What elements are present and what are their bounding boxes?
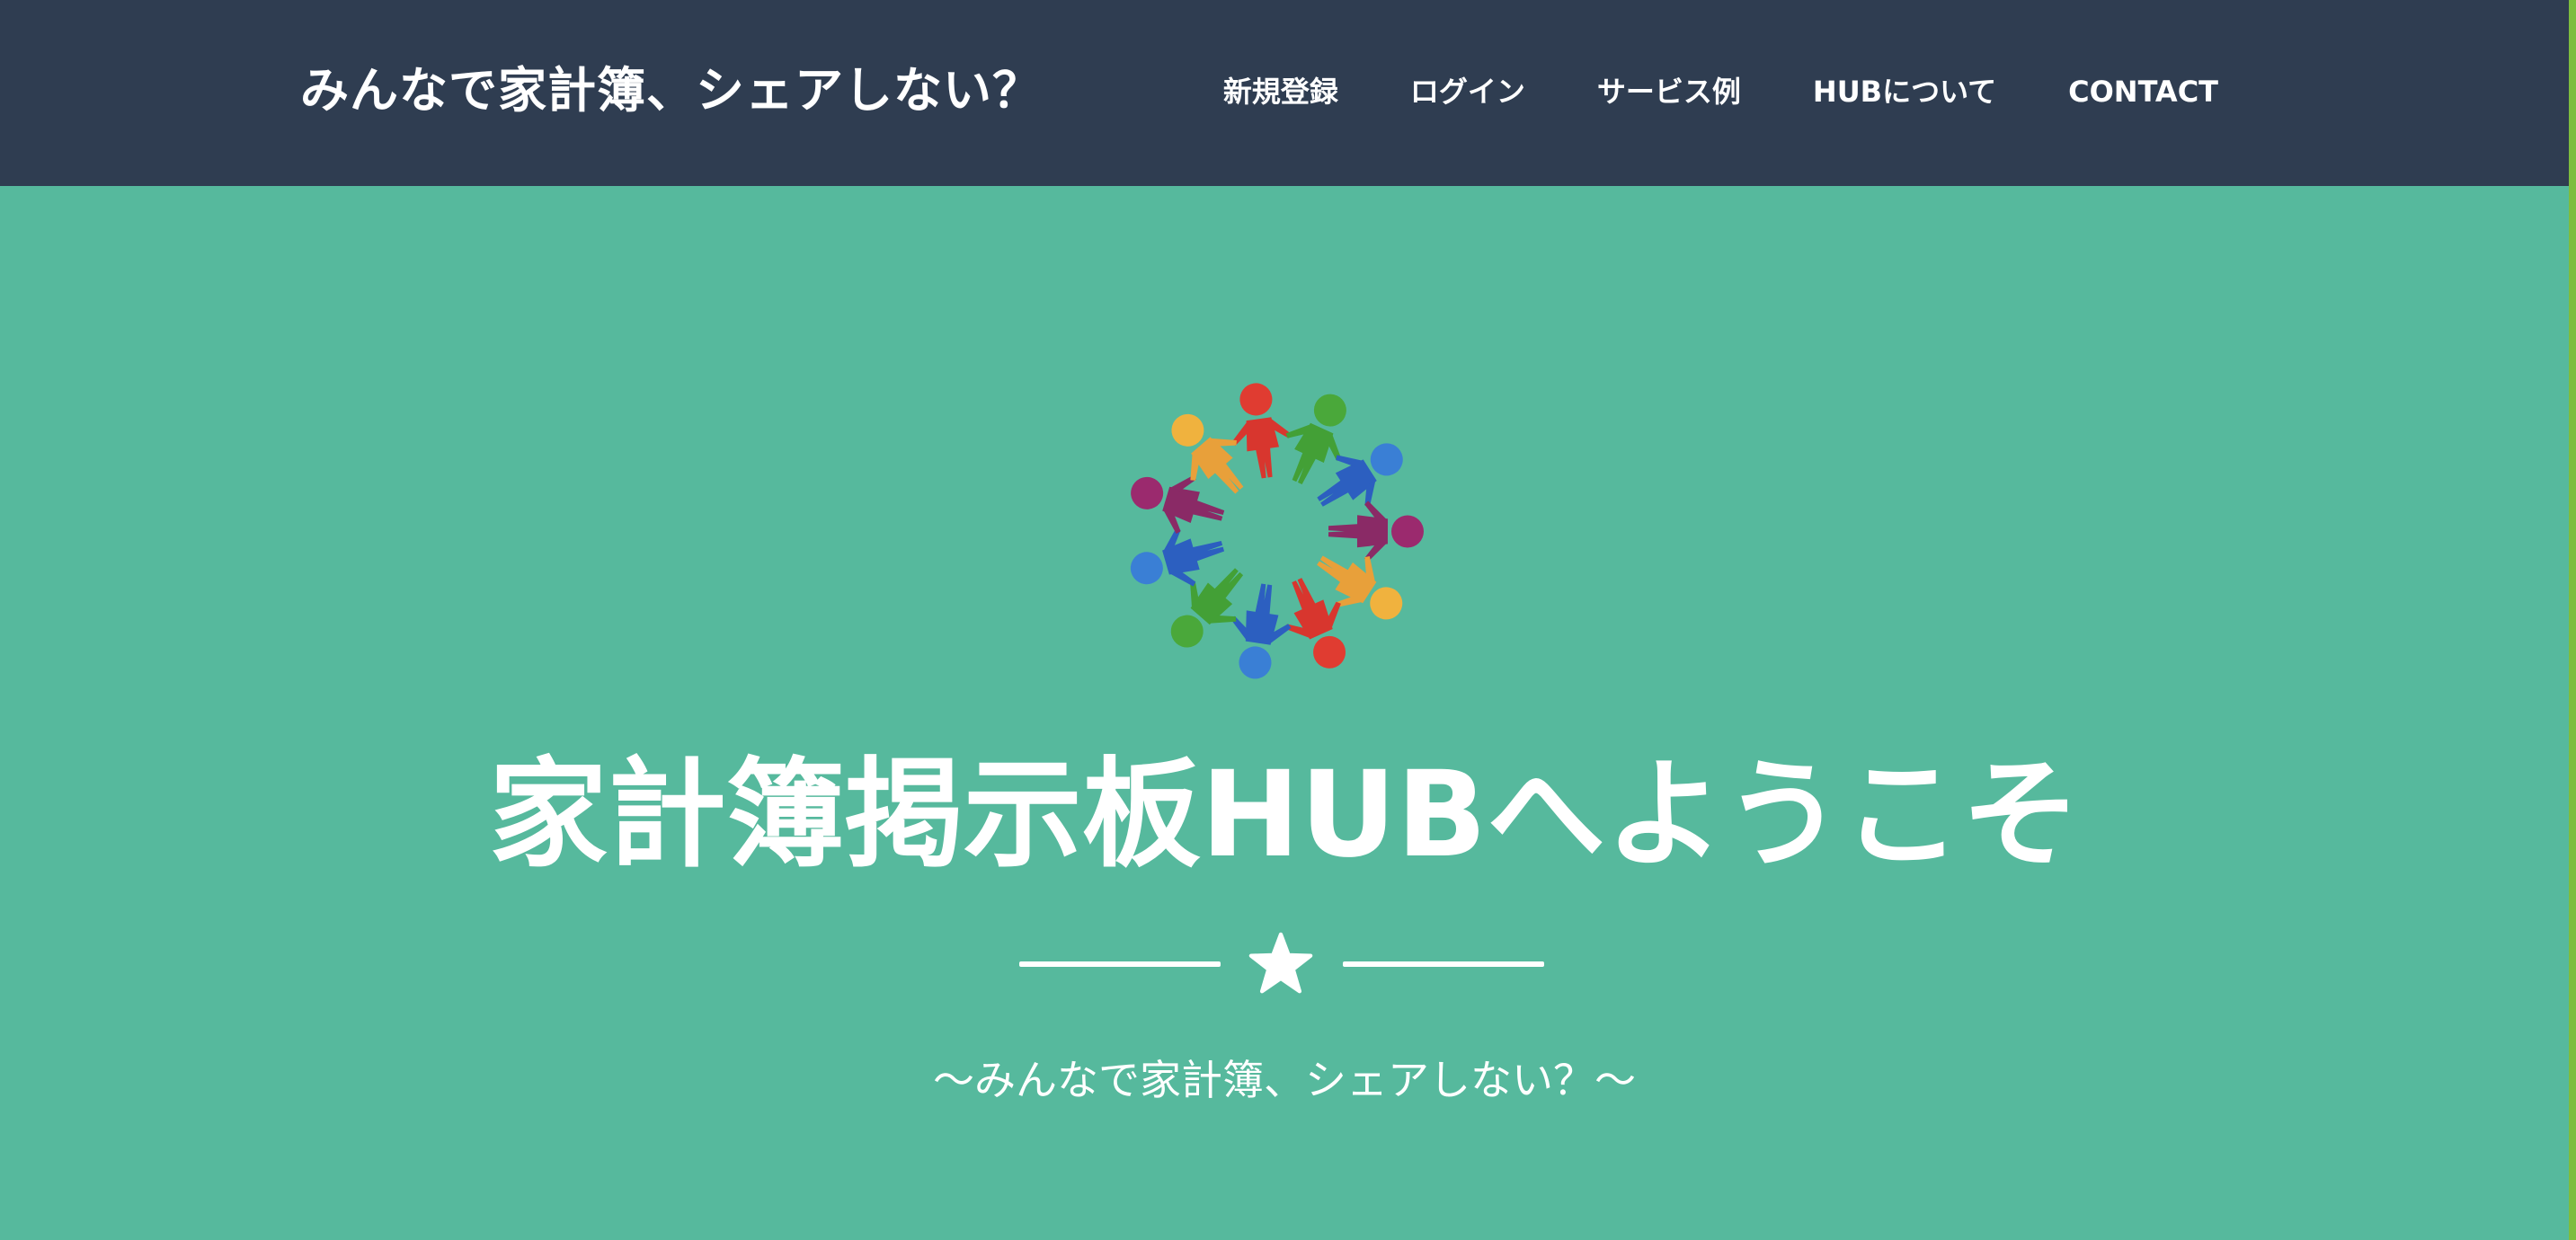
people-circle-logo-icon	[1130, 383, 1424, 679]
divider-line-right	[1343, 961, 1544, 967]
page: みんなで家計簿、シェアしない？ 新規登録 ログイン サービス例 HUBについて …	[0, 0, 2576, 1240]
nav-link-about-hub[interactable]: HUBについて	[1777, 63, 2032, 120]
hero-title: 家計簿掲示板HUBへようこそ	[488, 746, 2081, 884]
brand-link[interactable]: みんなで家計簿、シェアしない？	[300, 56, 1042, 126]
star-icon	[1248, 932, 1313, 994]
nav-link-contact[interactable]: CONTACT	[2032, 63, 2218, 120]
divider-line-left	[1019, 961, 1221, 967]
logo-person	[1230, 383, 1292, 479]
logo-person	[1328, 500, 1424, 562]
hero-subtitle: 〜みんなで家計簿、シェアしない？〜	[933, 1056, 1636, 1104]
logo-person	[1230, 583, 1292, 679]
navbar: みんなで家計簿、シェアしない？ 新規登録 ログイン サービス例 HUBについて …	[0, 0, 2569, 186]
title-divider	[1016, 923, 1546, 1004]
nav-links: 新規登録 ログイン サービス例 HUBについて CONTACT	[1187, 63, 2218, 120]
nav-link-service-examples[interactable]: サービス例	[1561, 63, 1777, 120]
nav-link-signup[interactable]: 新規登録	[1187, 63, 1374, 120]
hero-section: 家計簿掲示板HUBへようこそ 〜みんなで家計簿、シェアしない？〜	[0, 186, 2569, 1240]
nav-link-login[interactable]: ログイン	[1374, 63, 1561, 120]
right-edge-accent	[2569, 0, 2576, 1240]
